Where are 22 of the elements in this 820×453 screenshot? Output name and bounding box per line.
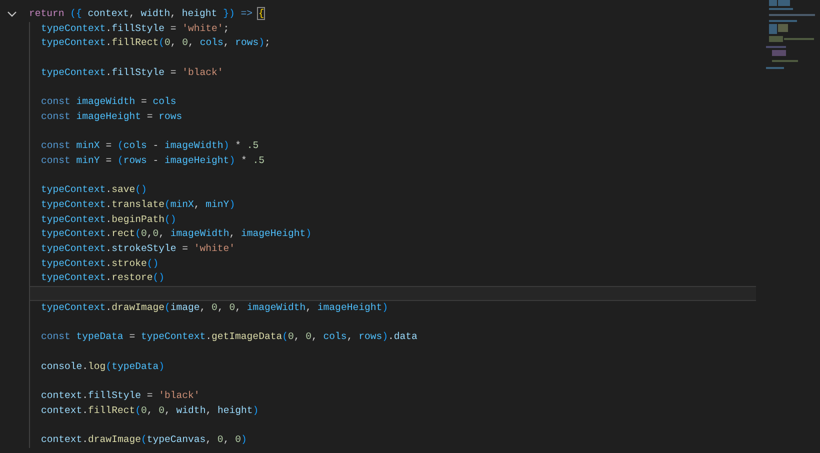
code-line: const minX = (cols - imageWidth) * .5 bbox=[40, 139, 260, 154]
code-line: typeContext.fillStyle = 'black' bbox=[40, 66, 224, 80]
code-line: const imageWidth = cols bbox=[40, 95, 178, 110]
code-line: typeContext.strokeStyle = 'white' bbox=[40, 242, 236, 256]
code-line: typeContext.save() bbox=[40, 183, 148, 198]
code-line: return ({ context, width, height }) => { bbox=[29, 7, 266, 21]
code-line: typeContext.translate(minX, minY) bbox=[40, 198, 236, 212]
code-line: typeContext.drawImage(image, 0, 0, imageWidth, imageHeight) bbox=[40, 300, 389, 315]
code-line: const minY = (rows - imageHeight) * .5 bbox=[40, 154, 266, 168]
code-line: typeContext.fillRect(0, 0, cols, rows); bbox=[40, 36, 272, 50]
code-line: context.drawImage(typeCanvas, 0, 0) bbox=[40, 432, 248, 447]
code-line: typeContext.fillStyle = 'white'; bbox=[40, 22, 230, 36]
code-line: const typeData = typeContext.getImageData(0, 0, cols, rows).data bbox=[40, 330, 418, 344]
chevron-down-icon[interactable] bbox=[6, 11, 16, 17]
code-line: const imageHeight = rows bbox=[40, 110, 184, 124]
code-line: typeContext.rect(0,0, imageWidth, imageHeight) bbox=[40, 227, 313, 242]
code-line: context.fillStyle = 'black' bbox=[40, 388, 201, 403]
code-line: typeContext.stroke() bbox=[40, 256, 160, 271]
code-line: typeContext.beginPath() bbox=[40, 212, 178, 227]
code-line: context.fillRect(0, 0, width, height) bbox=[40, 404, 260, 418]
code-line: console.log(typeData) bbox=[40, 360, 166, 374]
code-line: typeContext.restore() bbox=[40, 271, 166, 286]
